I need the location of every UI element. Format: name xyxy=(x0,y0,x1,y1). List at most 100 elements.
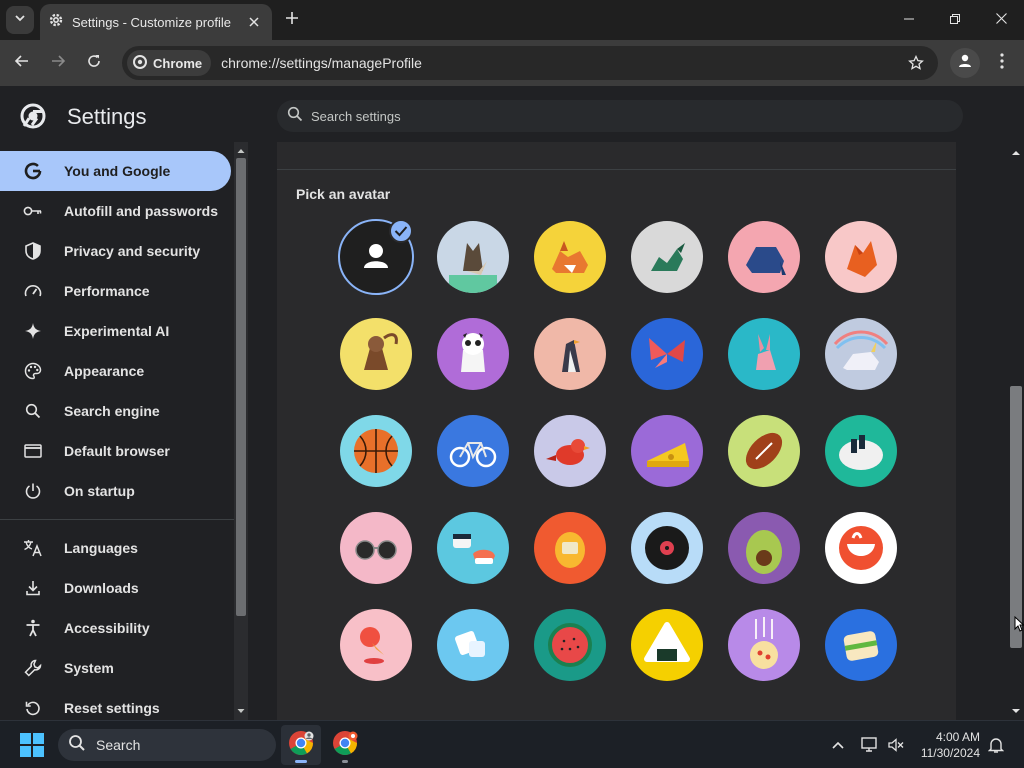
avatar-origami-corgi[interactable] xyxy=(534,221,606,293)
download-icon xyxy=(22,578,44,598)
sidebar-item-system[interactable]: System xyxy=(0,648,231,688)
avatar-note[interactable] xyxy=(437,609,509,681)
profile-button[interactable] xyxy=(950,48,980,78)
system-clock[interactable]: 4:00 AM 11/30/2024 xyxy=(912,729,980,761)
sidebar-item-search-engine[interactable]: Search engine xyxy=(0,391,231,431)
sidebar-item-downloads[interactable]: Downloads xyxy=(0,568,231,608)
bookmark-star-icon[interactable] xyxy=(902,49,930,77)
avatar-ice-cream[interactable] xyxy=(340,609,412,681)
sidebar-item-label: Downloads xyxy=(64,580,139,596)
sidebar-item-label: Experimental AI xyxy=(64,323,170,339)
browser-window-icon xyxy=(22,441,44,461)
avatar-basketball[interactable] xyxy=(340,415,412,487)
avatar-vinyl-record[interactable] xyxy=(631,512,703,584)
wrench-icon xyxy=(22,658,44,678)
maximize-button[interactable] xyxy=(932,0,978,40)
avatar-cheese[interactable] xyxy=(631,415,703,487)
reset-icon xyxy=(22,698,44,718)
avatar-football[interactable] xyxy=(728,415,800,487)
avatar-bicycle[interactable] xyxy=(437,415,509,487)
avatar-sushi-plate[interactable] xyxy=(825,415,897,487)
avatar-origami-penguin[interactable] xyxy=(534,318,606,390)
close-window-button[interactable] xyxy=(978,0,1024,40)
avatar-origami-fox[interactable] xyxy=(825,221,897,293)
sidebar-item-on-startup[interactable]: On startup xyxy=(0,471,231,511)
sidebar-item-default-browser[interactable]: Default browser xyxy=(0,431,231,471)
taskbar-chrome-profile-app[interactable] xyxy=(325,725,365,765)
settings-sidebar: You and Google Autofill and passwords Pr… xyxy=(0,142,234,720)
sidebar-item-label: Appearance xyxy=(64,363,145,379)
clock-time: 4:00 AM xyxy=(935,730,980,744)
search-icon xyxy=(287,106,303,127)
avatar-origami-butterfly[interactable] xyxy=(631,318,703,390)
arrow-left-icon xyxy=(14,53,30,74)
sidebar-item-label: Languages xyxy=(64,540,138,556)
chrome-logo-icon xyxy=(288,730,314,761)
notification-bell-icon[interactable] xyxy=(986,735,1006,755)
tab-settings[interactable]: Settings - Customize profile xyxy=(40,4,272,40)
avatar-origami-rabbit[interactable] xyxy=(728,318,800,390)
sidebar-item-autofill[interactable]: Autofill and passwords xyxy=(0,191,231,231)
avatar-bird[interactable] xyxy=(534,415,606,487)
taskbar-search-box[interactable]: Search xyxy=(58,729,276,761)
volume-muted-icon[interactable] xyxy=(886,735,906,755)
sidebar-item-experimental-ai[interactable]: Experimental AI xyxy=(0,311,231,351)
avatar-sushi[interactable] xyxy=(437,512,509,584)
address-bar[interactable]: Chrome chrome://settings/manageProfile xyxy=(122,46,938,80)
gear-icon xyxy=(48,12,64,33)
scroll-up-arrow-icon[interactable] xyxy=(234,144,248,158)
avatar-origami-cat[interactable] xyxy=(437,221,509,293)
sidebar-item-label: Reset settings xyxy=(64,700,160,716)
sidebar-item-accessibility[interactable]: Accessibility xyxy=(0,608,231,648)
avatar-smiley[interactable] xyxy=(825,512,897,584)
key-icon xyxy=(22,201,44,221)
sidebar-item-performance[interactable]: Performance xyxy=(0,271,231,311)
network-icon[interactable] xyxy=(860,735,880,755)
avatar-pizza[interactable] xyxy=(728,609,800,681)
avatar-tamagotchi[interactable] xyxy=(534,512,606,584)
avatar-watermelon[interactable] xyxy=(534,609,606,681)
minimize-button[interactable] xyxy=(886,0,932,40)
avatar-sunglasses[interactable] xyxy=(340,512,412,584)
scroll-down-arrow-icon[interactable] xyxy=(1008,704,1024,718)
forward-button[interactable] xyxy=(44,49,72,77)
tab-search-button[interactable] xyxy=(6,6,34,34)
chip-label: Chrome xyxy=(153,55,203,71)
sidebar-item-reset-settings[interactable]: Reset settings xyxy=(0,688,231,720)
windows-taskbar: Search 4:00 AM 11/30/2024 xyxy=(0,720,1024,768)
power-icon xyxy=(22,481,44,501)
card-divider xyxy=(277,169,956,170)
search-settings-input[interactable]: Search settings xyxy=(277,100,963,132)
avatar-avocado[interactable] xyxy=(728,512,800,584)
sidebar-item-appearance[interactable]: Appearance xyxy=(0,351,231,391)
avatar-origami-dragon[interactable] xyxy=(631,221,703,293)
taskbar-chrome-app[interactable] xyxy=(281,725,321,765)
sidebar-item-you-and-google[interactable]: You and Google xyxy=(0,151,231,191)
minimize-icon xyxy=(904,11,914,29)
more-vert-icon xyxy=(1000,52,1004,74)
back-button[interactable] xyxy=(8,49,36,77)
arrow-right-icon xyxy=(50,53,66,74)
avatar-onigiri[interactable] xyxy=(631,609,703,681)
reload-button[interactable] xyxy=(80,49,108,77)
site-info-chip[interactable]: Chrome xyxy=(127,50,212,76)
tab-title: Settings - Customize profile xyxy=(72,14,231,30)
avatar-origami-elephant[interactable] xyxy=(728,221,800,293)
close-icon[interactable] xyxy=(244,12,264,32)
sidebar-scrollbar-thumb[interactable] xyxy=(236,158,246,616)
sidebar-item-privacy[interactable]: Privacy and security xyxy=(0,231,231,271)
avatar-origami-panda[interactable] xyxy=(437,318,509,390)
scroll-up-arrow-icon[interactable] xyxy=(1008,146,1024,160)
windows-start-icon[interactable] xyxy=(20,733,44,757)
avatar-sandwich[interactable] xyxy=(825,609,897,681)
profile-customization-card: Pick an avatar xyxy=(277,142,956,720)
page-scrollbar-thumb[interactable] xyxy=(1010,386,1022,648)
avatar-origami-monkey[interactable] xyxy=(340,318,412,390)
chrome-menu-button[interactable] xyxy=(990,49,1014,77)
scroll-down-arrow-icon[interactable] xyxy=(234,704,248,718)
chevron-up-icon[interactable] xyxy=(828,735,848,755)
restore-icon xyxy=(950,11,960,29)
avatar-origami-unicorn[interactable] xyxy=(825,318,897,390)
new-tab-button[interactable] xyxy=(280,8,304,32)
sidebar-item-languages[interactable]: Languages xyxy=(0,528,231,568)
